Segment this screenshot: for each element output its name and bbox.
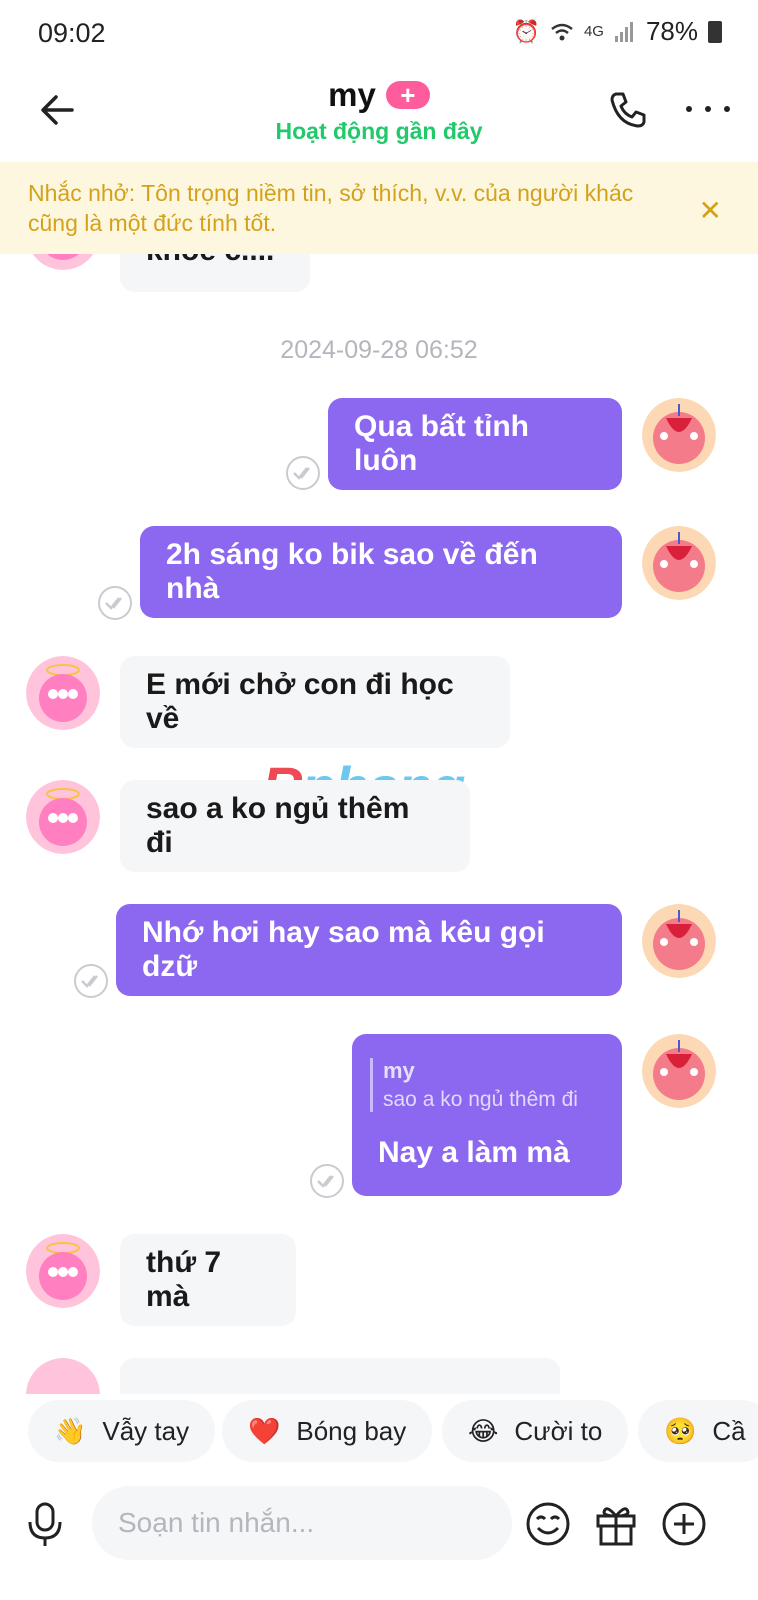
status-bar: 09:02 ⏰ 4G 78% [0, 0, 758, 70]
heart-icon: ❤️ [248, 1415, 281, 1446]
message-bubble-outgoing[interactable]: Nhớ hơi hay sao mà kêu gọi dzữ [116, 904, 622, 996]
chat-header: my + Hoạt động gần đây [0, 70, 758, 162]
message-bubble-incoming[interactable]: E mới chở con đi học về [120, 656, 510, 748]
status-icons: ⏰ 4G 78% [513, 16, 722, 47]
read-receipt-icon [286, 456, 320, 490]
contact-avatar[interactable] [26, 780, 100, 854]
signal-icon [614, 21, 633, 42]
quick-reaction-balloon[interactable]: ❤️ Bóng bay [222, 1400, 433, 1462]
message-timestamp: 2024-09-28 06:52 [280, 336, 478, 364]
reminder-banner: Nhắc nhở: Tôn trọng niềm tin, sở thích, … [0, 162, 758, 254]
message-bubble-outgoing[interactable]: 2h sáng ko bik sao về đến nhà [140, 526, 622, 618]
more-options-icon[interactable] [686, 94, 730, 124]
quick-reaction-bar[interactable]: 👋 Vẫy tay ❤️ Bóng bay 😂 Cười to 🥺 Cầ [0, 1392, 758, 1462]
user-avatar[interactable] [642, 904, 716, 978]
message-input-bar [0, 1484, 758, 1564]
phone-call-icon[interactable] [606, 88, 650, 132]
read-receipt-icon [74, 964, 108, 998]
message-bubble-incoming[interactable]: khoẻ c.... [120, 254, 310, 292]
user-avatar[interactable] [642, 398, 716, 472]
network-type: 4G [583, 23, 604, 40]
contact-avatar[interactable] [26, 1358, 100, 1394]
quick-reaction-plead[interactable]: 🥺 Cầ [638, 1400, 758, 1462]
message-bubble-incoming[interactable] [120, 1358, 560, 1394]
microphone-icon[interactable] [24, 1500, 66, 1548]
waving-hand-icon: 👋 [54, 1415, 87, 1446]
reply-quote[interactable]: my sao a ko ngủ thêm đi [370, 1058, 578, 1112]
compose-field[interactable] [92, 1486, 512, 1560]
pleading-face-icon: 🥺 [664, 1415, 697, 1446]
reminder-text: Nhắc nhở: Tôn trọng niềm tin, sở thích, … [28, 180, 634, 236]
close-icon[interactable]: ✕ [699, 194, 722, 227]
read-receipt-icon [310, 1164, 344, 1198]
emoji-icon[interactable] [524, 1500, 572, 1548]
contact-avatar[interactable] [26, 254, 100, 270]
message-input[interactable] [118, 1507, 478, 1539]
message-bubble-incoming[interactable]: thứ 7 mà [120, 1234, 296, 1326]
contact-avatar[interactable] [26, 1234, 100, 1308]
quick-reaction-laugh[interactable]: 😂 Cười to [442, 1400, 629, 1462]
quick-reaction-wave[interactable]: 👋 Vẫy tay [28, 1400, 216, 1462]
read-receipt-icon [98, 586, 132, 620]
message-bubble-outgoing[interactable]: Qua bất tỉnh luôn [328, 398, 622, 490]
contact-avatar[interactable] [26, 656, 100, 730]
battery-percent: 78% [645, 16, 698, 46]
wifi-icon [551, 23, 573, 40]
user-avatar[interactable] [642, 526, 716, 600]
plus-badge: + [385, 81, 430, 109]
status-time: 09:02 [38, 18, 106, 48]
contact-name: my [328, 76, 376, 113]
gift-icon[interactable] [592, 1500, 640, 1548]
add-icon[interactable] [660, 1500, 708, 1548]
laughing-face-icon: 😂 [468, 1415, 499, 1446]
message-bubble-outgoing-reply[interactable]: my sao a ko ngủ thêm đi Nay a làm mà [352, 1034, 622, 1196]
battery-icon [708, 20, 722, 43]
alarm-icon: ⏰ [512, 18, 540, 44]
user-avatar[interactable] [642, 1034, 716, 1108]
message-bubble-incoming[interactable]: sao a ko ngủ thêm đi [120, 780, 470, 872]
message-list[interactable]: khoẻ c.... 2024-09-28 06:52 Qua bất tỉnh… [0, 254, 758, 1394]
